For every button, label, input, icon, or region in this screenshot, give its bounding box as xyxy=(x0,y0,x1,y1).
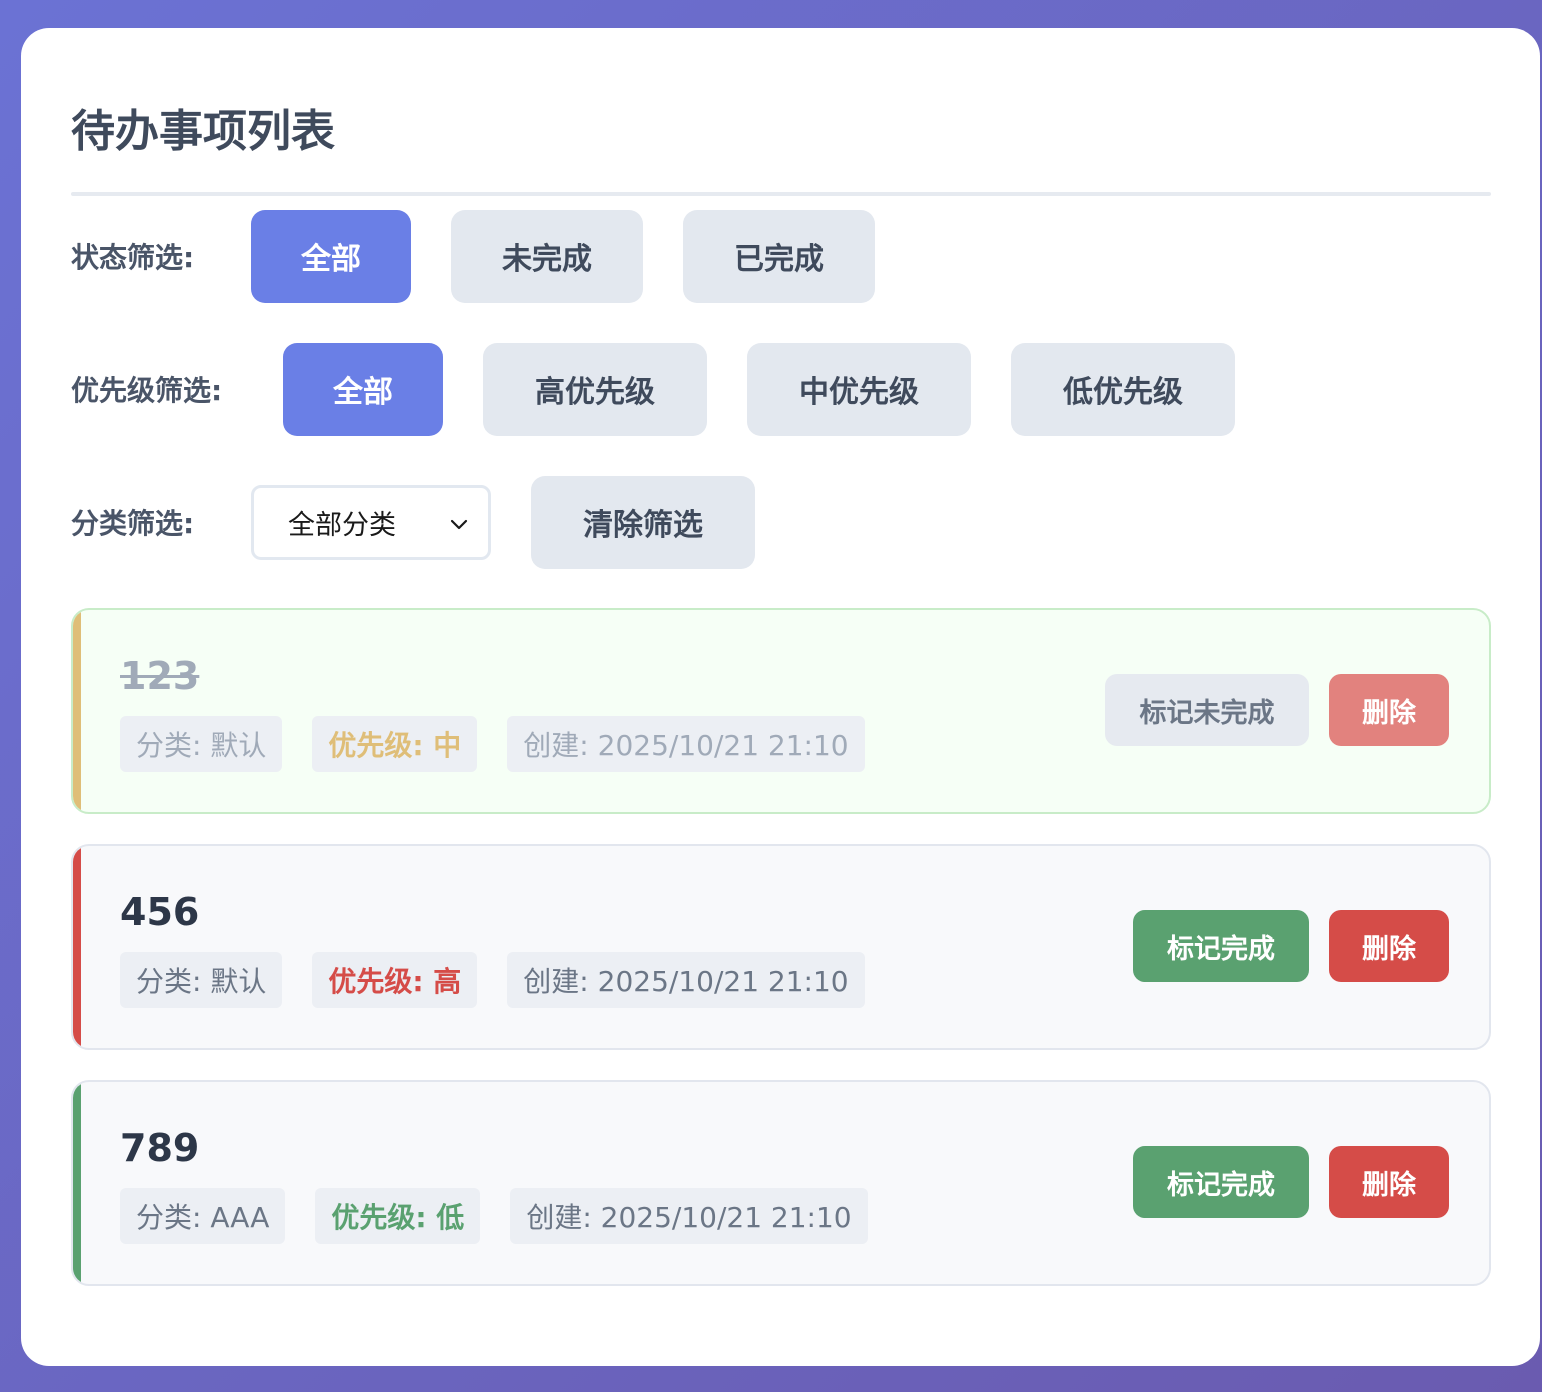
priority-filter-all-button[interactable]: 全部 xyxy=(283,342,443,436)
category-select[interactable]: 全部分类 xyxy=(251,484,491,560)
priority-filter-high-button[interactable]: 高优先级 xyxy=(483,342,707,436)
created-tag: 创建: 2025/10/21 21:10 xyxy=(510,1188,868,1244)
category-tag: 分类: AAA xyxy=(120,1188,286,1244)
clear-filters-button[interactable]: 清除筛选 xyxy=(531,475,755,569)
mark-complete-button[interactable]: 标记完成 xyxy=(1133,1146,1309,1218)
page-title: 待办事项列表 xyxy=(71,106,335,157)
status-filter-incomplete-button[interactable]: 未完成 xyxy=(451,209,643,303)
todo-tags: 分类: AAA 优先级: 低 创建: 2025/10/21 21:10 xyxy=(120,1188,868,1244)
delete-button[interactable]: 删除 xyxy=(1329,1146,1449,1218)
priority-filter-low-button[interactable]: 低优先级 xyxy=(1011,342,1235,436)
delete-button[interactable]: 删除 xyxy=(1329,674,1449,746)
todo-actions: 标记完成 删除 xyxy=(1133,910,1449,982)
created-tag: 创建: 2025/10/21 21:10 xyxy=(507,716,865,772)
todo-item: 789 分类: AAA 优先级: 低 创建: 2025/10/21 21:10 … xyxy=(71,1080,1491,1286)
todo-actions: 标记未完成 删除 xyxy=(1105,674,1449,746)
created-tag: 创建: 2025/10/21 21:10 xyxy=(507,952,865,1008)
status-filter-all-button[interactable]: 全部 xyxy=(251,209,411,303)
todo-card: 待办事项列表 状态筛选: 全部 未完成 已完成 优先级筛选: 全部 高优先级 中… xyxy=(21,28,1540,1366)
priority-filter-label: 优先级筛选: xyxy=(71,374,223,407)
todo-item: 456 分类: 默认 优先级: 高 创建: 2025/10/21 21:10 标… xyxy=(71,844,1491,1050)
todo-name: 789 xyxy=(120,1126,200,1170)
category-filter-row: 分类筛选: 全部分类 清除筛选 xyxy=(71,475,755,569)
priority-bar xyxy=(73,846,81,1048)
status-filter-row: 状态筛选: 全部 未完成 已完成 xyxy=(71,209,875,303)
todo-name: 123 xyxy=(120,654,200,698)
priority-filter-row: 优先级筛选: 全部 高优先级 中优先级 低优先级 xyxy=(71,342,1235,436)
mark-complete-button[interactable]: 标记完成 xyxy=(1133,910,1309,982)
mark-incomplete-button[interactable]: 标记未完成 xyxy=(1105,674,1309,746)
todo-item: 123 分类: 默认 优先级: 中 创建: 2025/10/21 21:10 标… xyxy=(71,608,1491,814)
todo-tags: 分类: 默认 优先级: 中 创建: 2025/10/21 21:10 xyxy=(120,716,865,772)
category-tag: 分类: 默认 xyxy=(120,716,283,772)
status-filter-label: 状态筛选: xyxy=(71,241,195,274)
category-tag: 分类: 默认 xyxy=(120,952,283,1008)
priority-bar xyxy=(73,610,81,812)
category-filter-label: 分类筛选: xyxy=(71,507,195,540)
priority-filter-medium-button[interactable]: 中优先级 xyxy=(747,342,971,436)
priority-tag: 优先级: 中 xyxy=(312,716,478,772)
priority-tag: 优先级: 高 xyxy=(312,952,478,1008)
priority-bar xyxy=(73,1082,81,1284)
todo-actions: 标记完成 删除 xyxy=(1133,1146,1449,1218)
delete-button[interactable]: 删除 xyxy=(1329,910,1449,982)
priority-tag: 优先级: 低 xyxy=(315,1188,481,1244)
todo-tags: 分类: 默认 优先级: 高 创建: 2025/10/21 21:10 xyxy=(120,952,865,1008)
status-filter-completed-button[interactable]: 已完成 xyxy=(683,209,875,303)
chevron-down-icon xyxy=(448,511,470,533)
category-select-value: 全部分类 xyxy=(288,509,396,541)
title-divider xyxy=(71,192,1491,196)
todo-name: 456 xyxy=(120,890,200,934)
